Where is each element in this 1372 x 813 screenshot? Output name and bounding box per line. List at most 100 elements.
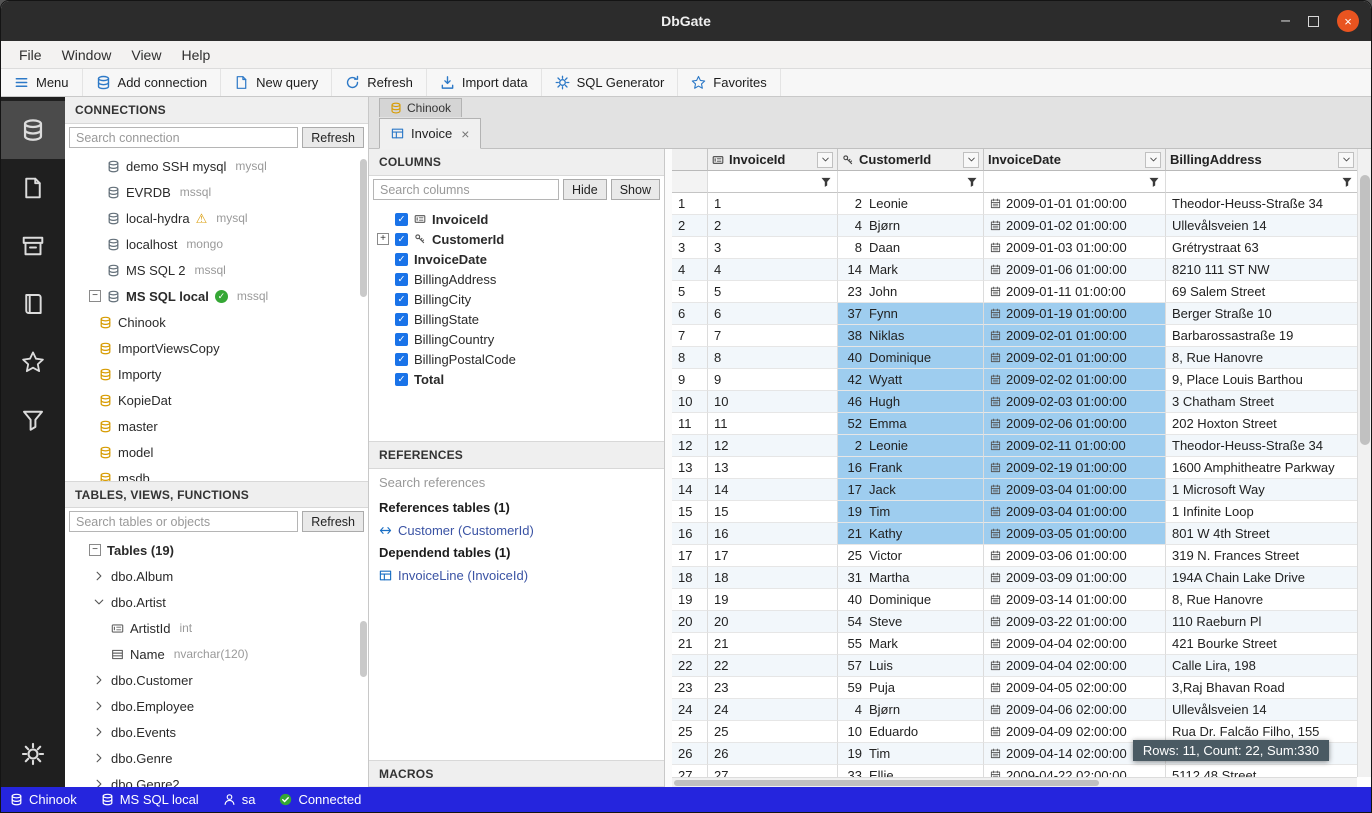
cell-billingaddress[interactable]: Grétrystraat 63 <box>1166 237 1357 259</box>
cell-invoiceid[interactable]: 20 <box>708 611 838 633</box>
cell-customerid[interactable]: 19Tim <box>838 501 984 523</box>
cell-invoicedate[interactable]: 2009-03-09 01:00:00 <box>984 567 1166 589</box>
cell-customerid[interactable]: 21Kathy <box>838 523 984 545</box>
cell-invoiceid[interactable]: 6 <box>708 303 838 325</box>
cell-billingaddress[interactable]: 194A Chain Lake Drive <box>1166 567 1357 589</box>
references-search-input[interactable] <box>369 469 664 496</box>
grid-vertical-scrollbar[interactable] <box>1357 149 1371 777</box>
column-checkbox[interactable]: ✓ <box>395 293 408 306</box>
cell-invoiceid[interactable]: 25 <box>708 721 838 743</box>
connection-item-importy[interactable]: Importy <box>65 361 368 387</box>
cell-invoiceid[interactable]: 21 <box>708 633 838 655</box>
cell-customerid[interactable]: 59Puja <box>838 677 984 699</box>
cell-customerid[interactable]: 52Emma <box>838 413 984 435</box>
cell-customerid[interactable]: 19Tim <box>838 743 984 765</box>
column-header-customerid[interactable]: CustomerId <box>838 149 984 171</box>
cell-billingaddress[interactable]: Barbarossastraße 19 <box>1166 325 1357 347</box>
cell-billingaddress[interactable]: 8, Rue Hanovre <box>1166 347 1357 369</box>
activity-filters[interactable] <box>1 391 65 449</box>
row-number[interactable]: 13 <box>672 457 708 479</box>
connection-item-kopiedat[interactable]: KopieDat <box>65 387 368 413</box>
row-number[interactable]: 9 <box>672 369 708 391</box>
tables-tree-item-dbo-album[interactable]: dbo.Album <box>65 563 368 589</box>
toolbar-new-query-button[interactable]: New query <box>221 69 332 96</box>
row-number[interactable]: 17 <box>672 545 708 567</box>
statusbar-user[interactable]: sa <box>223 792 256 807</box>
cell-invoicedate[interactable]: 2009-02-06 01:00:00 <box>984 413 1166 435</box>
row-number[interactable]: 25 <box>672 721 708 743</box>
connection-item-importviewscopy[interactable]: ImportViewsCopy <box>65 335 368 361</box>
cell-invoiceid[interactable]: 15 <box>708 501 838 523</box>
connections-refresh-button[interactable]: Refresh <box>302 127 364 148</box>
row-number[interactable]: 4 <box>672 259 708 281</box>
cell-invoicedate[interactable]: 2009-03-14 01:00:00 <box>984 589 1166 611</box>
filter-input[interactable] <box>986 174 1145 190</box>
cell-customerid[interactable]: 38Niklas <box>838 325 984 347</box>
vertical-scrollbar-thumb[interactable] <box>1360 175 1370 445</box>
connection-item-msdb[interactable]: msdb <box>65 465 368 481</box>
filter-funnel-icon[interactable] <box>817 176 835 188</box>
connections-search-input[interactable] <box>69 127 298 148</box>
row-number[interactable]: 12 <box>672 435 708 457</box>
cell-invoicedate[interactable]: 2009-01-02 01:00:00 <box>984 215 1166 237</box>
toolbar-import-data-button[interactable]: Import data <box>427 69 542 96</box>
column-item-total[interactable]: ✓Total <box>369 369 664 389</box>
minimize-button[interactable]: – <box>1281 16 1290 26</box>
cell-invoiceid[interactable]: 3 <box>708 237 838 259</box>
statusbar-server[interactable]: MS SQL local <box>101 792 199 807</box>
column-checkbox[interactable]: ✓ <box>395 273 408 286</box>
cell-invoiceid[interactable]: 23 <box>708 677 838 699</box>
menu-file[interactable]: File <box>9 43 52 67</box>
cell-customerid[interactable]: 25Victor <box>838 545 984 567</box>
cell-invoiceid[interactable]: 1 <box>708 193 838 215</box>
connection-item-localhost[interactable]: localhostmongo <box>65 231 368 257</box>
row-number[interactable]: 19 <box>672 589 708 611</box>
cell-billingaddress[interactable]: 202 Hoxton Street <box>1166 413 1357 435</box>
column-item-billingpostalcode[interactable]: ✓BillingPostalCode <box>369 349 664 369</box>
tables-tree-item-dbo-genre[interactable]: dbo.Genre <box>65 745 368 771</box>
statusbar-database[interactable]: Chinook <box>10 792 77 807</box>
row-number[interactable]: 24 <box>672 699 708 721</box>
cell-billingaddress[interactable]: Theodor-Heuss-Straße 34 <box>1166 435 1357 457</box>
cell-invoicedate[interactable]: 2009-02-19 01:00:00 <box>984 457 1166 479</box>
cell-invoicedate[interactable]: 2009-01-03 01:00:00 <box>984 237 1166 259</box>
cell-billingaddress[interactable]: 110 Raeburn Pl <box>1166 611 1357 633</box>
column-item-customerid[interactable]: +✓CustomerId <box>369 229 664 249</box>
columns-show-button[interactable]: Show <box>611 179 660 200</box>
connection-item-model[interactable]: model <box>65 439 368 465</box>
row-number[interactable]: 23 <box>672 677 708 699</box>
cell-invoicedate[interactable]: 2009-01-19 01:00:00 <box>984 303 1166 325</box>
filter-funnel-icon[interactable] <box>963 176 981 188</box>
cell-billingaddress[interactable]: 8210 111 ST NW <box>1166 259 1357 281</box>
row-number[interactable]: 22 <box>672 655 708 677</box>
statusbar-status[interactable]: Connected <box>279 792 361 807</box>
cell-customerid[interactable]: 4Bjørn <box>838 215 984 237</box>
cell-invoicedate[interactable]: 2009-04-04 02:00:00 <box>984 633 1166 655</box>
filter-input[interactable] <box>1168 174 1338 190</box>
cell-customerid[interactable]: 23John <box>838 281 984 303</box>
collapse-expander-icon[interactable]: − <box>89 290 101 302</box>
menu-view[interactable]: View <box>121 43 171 67</box>
tables-search-input[interactable] <box>69 511 298 532</box>
panel-splitter[interactable] <box>665 149 672 787</box>
cell-invoicedate[interactable]: 2009-02-01 01:00:00 <box>984 347 1166 369</box>
connection-item-ms-sql-2[interactable]: MS SQL 2mssql <box>65 257 368 283</box>
cell-billingaddress[interactable]: 319 N. Frances Street <box>1166 545 1357 567</box>
activity-settings[interactable] <box>1 725 65 783</box>
cell-customerid[interactable]: 46Hugh <box>838 391 984 413</box>
cell-invoiceid[interactable]: 12 <box>708 435 838 457</box>
column-item-billingcountry[interactable]: ✓BillingCountry <box>369 329 664 349</box>
columns-hide-button[interactable]: Hide <box>563 179 607 200</box>
cell-invoiceid[interactable]: 16 <box>708 523 838 545</box>
cell-invoiceid[interactable]: 19 <box>708 589 838 611</box>
toolbar-menu-button[interactable]: Menu <box>1 69 83 96</box>
cell-customerid[interactable]: 37Fynn <box>838 303 984 325</box>
cell-customerid[interactable]: 10Eduardo <box>838 721 984 743</box>
cell-customerid[interactable]: 8Daan <box>838 237 984 259</box>
row-number[interactable]: 26 <box>672 743 708 765</box>
cell-billingaddress[interactable]: Ullevålsveien 14 <box>1166 215 1357 237</box>
column-item-billingaddress[interactable]: ✓BillingAddress <box>369 269 664 289</box>
row-number[interactable]: 6 <box>672 303 708 325</box>
column-item-billingcity[interactable]: ✓BillingCity <box>369 289 664 309</box>
cell-invoicedate[interactable]: 2009-01-11 01:00:00 <box>984 281 1166 303</box>
